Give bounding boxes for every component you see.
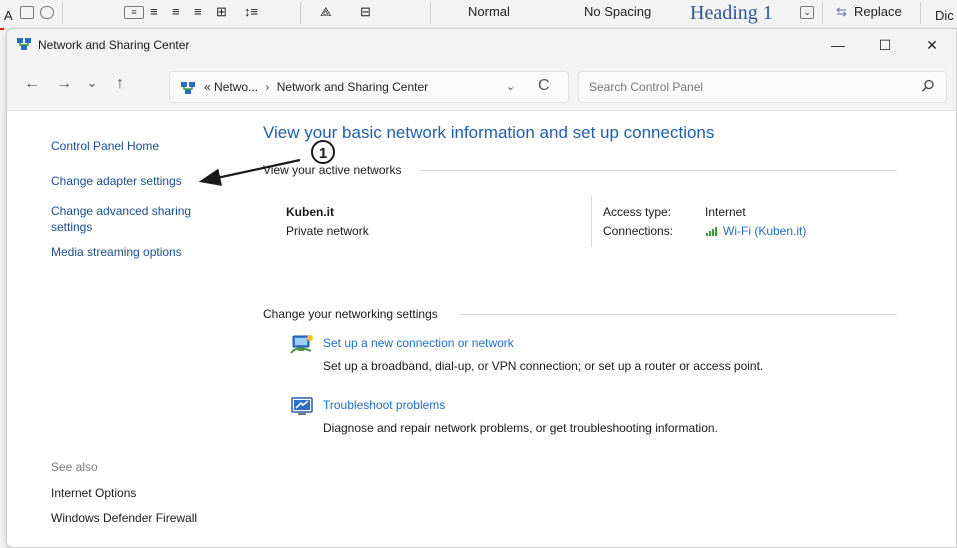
network-sharing-center-window: Network and Sharing Center — ☐ ✕ ← → ⌄ ↑… [6,28,957,548]
ribbon-divider [62,2,63,24]
defender-firewall-link[interactable]: Windows Defender Firewall [51,511,197,525]
borders-icon[interactable]: ⊟ [360,4,371,20]
wifi-signal-icon [706,227,717,236]
dictate-fragment[interactable]: Dic [935,8,954,23]
search-placeholder: Search Control Panel [589,80,704,94]
justify-icon[interactable]: ≡ [194,4,202,19]
forward-arrow-icon[interactable]: → [53,75,75,93]
troubleshoot-link[interactable]: Troubleshoot problems [323,398,445,412]
up-arrow-icon[interactable]: ↑ [109,75,131,93]
section-divider [419,170,897,171]
breadcrumb-overflow[interactable]: « [204,80,211,94]
media-streaming-link[interactable]: Media streaming options [51,244,182,260]
window-title: Network and Sharing Center [38,38,190,52]
ribbon-divider [920,2,921,24]
align-left-icon[interactable]: ≡ [124,6,144,19]
left-pane: Control Panel Home Change adapter settin… [7,111,237,547]
minimize-button[interactable]: — [815,29,861,61]
ribbon-divider [822,2,823,24]
troubleshoot-description: Diagnose and repair network problems, or… [323,421,718,435]
connections-label: Connections: [603,224,674,238]
recent-locations-icon[interactable]: ⌄ [81,75,103,91]
wifi-connection-link[interactable]: Wi-Fi (Kuben.it) [705,224,806,238]
breadcrumb-separator: › [265,80,270,94]
access-type-value: Internet [705,205,746,219]
line-spacing-icon[interactable]: ↕≡ [244,4,258,19]
breadcrumb[interactable]: « Netwo... › Network and Sharing Center [204,80,428,94]
setup-connection-link[interactable]: Set up a new connection or network [323,336,514,350]
shading-icon[interactable]: ⟁ [320,4,332,20]
maximize-button[interactable]: ☐ [862,29,908,61]
back-arrow-icon[interactable]: ← [21,75,43,93]
ribbon-circle-icon [40,6,54,19]
search-icon[interactable] [920,78,936,99]
styles-more-icon[interactable]: ⌄ [800,6,814,19]
align-center-icon[interactable]: ≡ [150,4,158,19]
access-type-label: Access type: [603,205,672,219]
troubleshoot-icon[interactable] [289,396,315,423]
address-toolbar: ← → ⌄ ↑ « Netwo... › Network and Sharing… [7,61,956,111]
wifi-connection-name[interactable]: Wi-Fi (Kuben.it) [723,224,806,238]
breadcrumb-network[interactable]: Netwo... [214,80,258,94]
close-button[interactable]: ✕ [909,29,955,61]
ribbon-box-icon [20,6,34,19]
network-divider [591,195,592,247]
refresh-icon[interactable]: C [538,77,550,95]
title-bar[interactable]: Network and Sharing Center — ☐ ✕ [7,29,956,61]
network-center-icon [180,80,196,101]
word-ribbon-background: A ≡ ≡ ≡ ≡ ⊞ ↕≡ ⟁ ⊟ Normal No Spacing Hea… [0,0,957,30]
change-settings-heading: Change your networking settings [263,307,438,321]
ribbon-divider [300,2,301,24]
change-adapter-settings-link[interactable]: Change adapter settings [51,173,182,189]
red-underline-mark [0,28,4,30]
distributed-icon[interactable]: ⊞ [216,4,227,20]
network-type: Private network [286,224,369,238]
address-dropdown-icon[interactable]: ⌄ [506,80,515,93]
network-setup-icon[interactable] [289,333,315,360]
setup-connection-description: Set up a broadband, dial-up, or VPN conn… [323,359,764,373]
internet-options-link[interactable]: Internet Options [51,486,136,500]
ribbon-divider [430,2,431,24]
see-also-label: See also [51,460,98,474]
network-center-icon [16,36,32,57]
replace-icon[interactable]: ⇆ [836,4,847,20]
style-heading-1[interactable]: Heading 1 [690,2,773,25]
style-no-spacing[interactable]: No Spacing [584,4,651,19]
font-color-fragment: A [4,8,13,23]
replace-button[interactable]: Replace [854,4,902,19]
address-bar[interactable]: « Netwo... › Network and Sharing Center … [169,71,569,103]
style-normal[interactable]: Normal [468,4,510,19]
search-box[interactable]: Search Control Panel [578,71,947,103]
active-networks-heading: View your active networks [263,163,402,177]
network-name: Kuben.it [286,205,334,219]
change-advanced-sharing-link[interactable]: Change advanced sharing settings [51,203,211,235]
content-area: Control Panel Home Change adapter settin… [7,111,956,547]
breadcrumb-current[interactable]: Network and Sharing Center [277,80,428,94]
align-right-icon[interactable]: ≡ [172,4,180,19]
page-title: View your basic network information and … [263,123,715,142]
section-divider [459,314,897,315]
control-panel-home-link[interactable]: Control Panel Home [51,138,159,154]
